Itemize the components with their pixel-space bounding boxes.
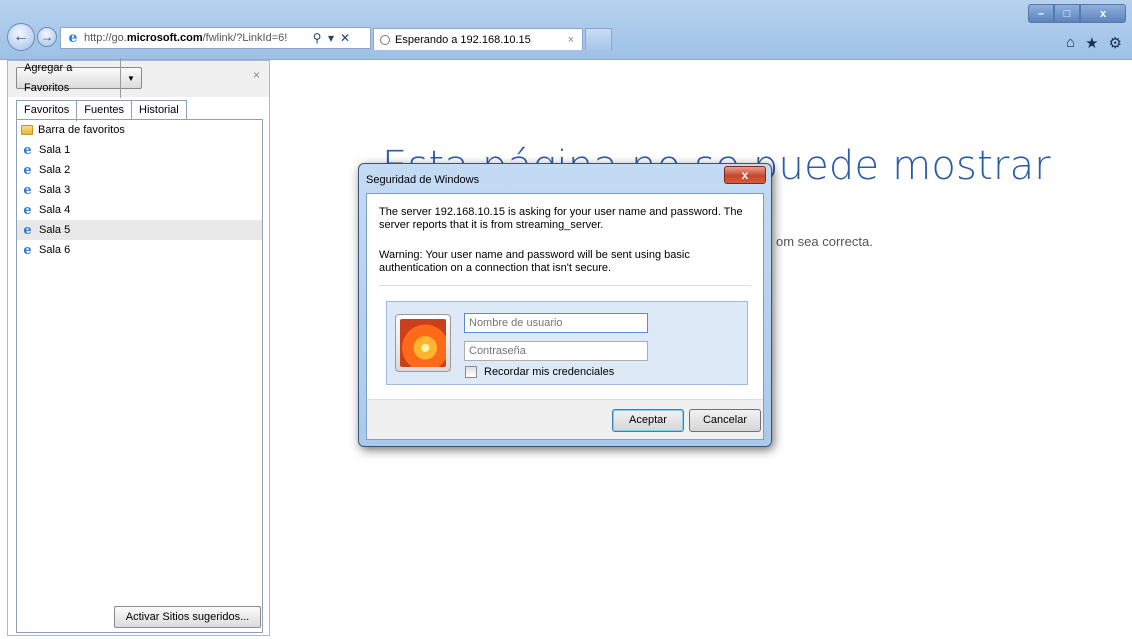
list-item-label: Sala 4	[39, 204, 71, 216]
dialog-title: Seguridad de Windows	[366, 174, 480, 186]
dialog-footer: Aceptar Cancelar	[367, 399, 763, 439]
close-icon[interactable]: ×	[253, 68, 260, 82]
forward-arrow-icon: →	[41, 30, 53, 44]
ie-page-icon: e	[23, 162, 32, 178]
minimize-button[interactable]: –	[1028, 4, 1054, 23]
cancel-button[interactable]: Cancelar	[689, 409, 761, 432]
remember-credentials-checkbox[interactable]	[465, 366, 477, 378]
dialog-message: The server 192.168.10.15 is asking for y…	[379, 206, 743, 231]
list-item-label: Sala 5	[39, 224, 71, 236]
ie-page-icon: e	[68, 30, 78, 46]
list-item[interactable]: e Sala 1	[17, 140, 262, 160]
ie-page-icon: e	[23, 222, 32, 238]
list-item[interactable]: e Sala 2	[17, 160, 262, 180]
list-item-selected[interactable]: e Sala 5	[17, 220, 262, 240]
search-icon[interactable]: ⚲	[310, 31, 324, 45]
list-item-label: Sala 6	[39, 244, 71, 256]
divider	[379, 285, 751, 286]
list-item[interactable]: Barra de favoritos	[17, 120, 262, 140]
list-item-label: Sala 2	[39, 164, 71, 176]
star-icon[interactable]: ★	[1085, 34, 1098, 52]
ie-page-icon: e	[23, 242, 32, 258]
favorites-tabs: Favoritos Fuentes Historial	[16, 100, 187, 121]
add-to-favorites-label: Agregar a Favoritos	[17, 58, 121, 98]
home-icon[interactable]: ⌂	[1066, 34, 1075, 52]
tab-historial[interactable]: Historial	[131, 100, 187, 120]
ie-page-icon: e	[23, 182, 32, 198]
favorites-center: Agregar a Favoritos ▼ × Favoritos Fuente…	[7, 58, 270, 636]
dropdown-arrow-icon[interactable]: ▼	[121, 74, 141, 83]
maximize-button[interactable]: □	[1054, 4, 1080, 23]
browser-chrome: ← → e http://go.microsoft.com/fwlink/?Li…	[0, 0, 1132, 60]
avatar	[395, 314, 451, 372]
list-item[interactable]: e Sala 4	[17, 200, 262, 220]
back-arrow-icon: ←	[13, 28, 29, 45]
list-item[interactable]: e Sala 6	[17, 240, 262, 260]
dialog-close-button[interactable]: x	[724, 166, 766, 184]
favorites-header: Agregar a Favoritos ▼ ×	[8, 58, 269, 98]
gear-icon[interactable]: ⚙	[1109, 34, 1122, 52]
ok-button[interactable]: Aceptar	[612, 409, 684, 432]
list-item-label: Sala 3	[39, 184, 71, 196]
enable-suggested-sites-button[interactable]: Activar Sitios sugeridos...	[114, 606, 261, 628]
windows-security-dialog: Seguridad de Windows x The server 192.16…	[358, 163, 772, 447]
folder-icon	[21, 125, 33, 135]
user-picture-icon	[400, 319, 446, 367]
remember-credentials-row[interactable]: Recordar mis credenciales	[465, 366, 614, 378]
tab-fuentes[interactable]: Fuentes	[76, 100, 132, 120]
remember-credentials-label: Recordar mis credenciales	[484, 366, 615, 378]
stop-icon[interactable]: ✕	[338, 31, 352, 45]
password-input[interactable]	[464, 341, 648, 361]
tab-favoritos[interactable]: Favoritos	[16, 100, 78, 121]
username-input[interactable]	[464, 313, 648, 333]
back-button[interactable]: ←	[7, 23, 35, 51]
loading-spinner-icon	[380, 34, 390, 45]
list-item-label: Barra de favoritos	[38, 124, 125, 136]
tab-close-icon[interactable]: ×	[568, 34, 574, 46]
tab-title: Esperando a 192.168.10.15	[395, 33, 531, 46]
url-text[interactable]: http://go.microsoft.com/fwlink/?LinkId=6…	[84, 32, 310, 44]
list-item[interactable]: e Sala 3	[17, 180, 262, 200]
address-dropdown-icon[interactable]: ▾	[324, 31, 338, 45]
list-item-label: Sala 1	[39, 144, 71, 156]
dialog-body: The server 192.168.10.15 is asking for y…	[366, 193, 764, 440]
ie-page-icon: e	[23, 202, 32, 218]
ie-page-icon: e	[23, 142, 32, 158]
window-controls: – □ x	[1028, 4, 1126, 23]
credential-tile: Recordar mis credenciales	[386, 301, 748, 385]
close-window-button[interactable]: x	[1080, 4, 1126, 23]
new-tab-button[interactable]	[585, 28, 612, 50]
error-page-detail: om sea correcta.	[776, 234, 873, 249]
dialog-warning: Warning: Your user name and password wil…	[379, 249, 690, 274]
address-bar[interactable]: e http://go.microsoft.com/fwlink/?LinkId…	[60, 27, 371, 49]
tab-active[interactable]: Esperando a 192.168.10.15 ×	[373, 28, 583, 50]
add-to-favorites-button[interactable]: Agregar a Favoritos ▼	[16, 58, 142, 98]
command-icons: ⌂ ★ ⚙	[1066, 34, 1122, 52]
forward-button[interactable]: →	[37, 27, 57, 47]
favorites-list: Barra de favoritos e Sala 1 e Sala 2 e S…	[16, 119, 263, 633]
